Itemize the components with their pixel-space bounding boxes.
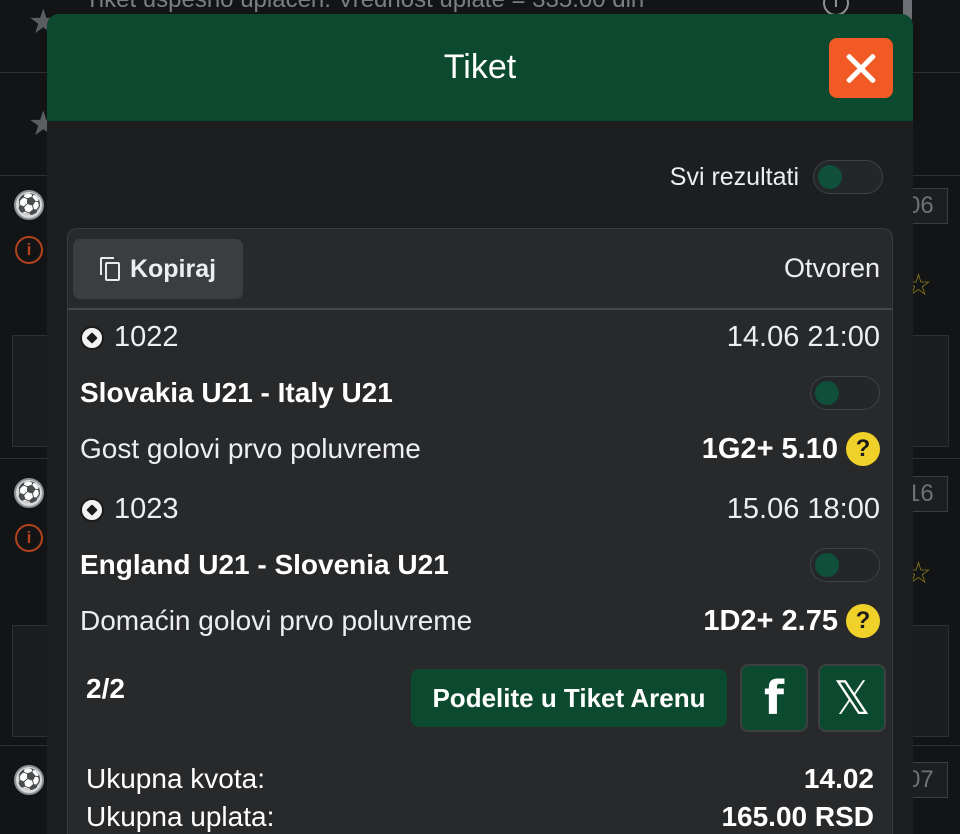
event-id: 1022 <box>114 321 179 353</box>
event-toggle[interactable] <box>810 376 880 410</box>
event-pick-odds: 1D2+ 2.75 <box>703 604 838 637</box>
event-teams: England U21 - Slovenia U21 <box>80 549 449 580</box>
event-id: 1023 <box>114 493 179 525</box>
modal-header: Tiket <box>47 14 913 121</box>
football-icon: ⚽ <box>14 190 44 220</box>
total-odds-value: 14.02 <box>803 763 874 794</box>
ticket-status: Otvoren <box>783 253 880 283</box>
ticket-event: 1023 15.06 18:00 England U21 - Slovenia … <box>80 493 880 638</box>
ticket-card: Kopiraj Otvoren 1022 14.06 21:00 Slovaki… <box>67 228 893 834</box>
help-icon[interactable]: ? <box>846 432 880 466</box>
football-icon: ⚽ <box>14 478 44 508</box>
odds-box[interactable] <box>907 625 949 737</box>
show-all-results-label: Svi rezultati <box>669 162 799 191</box>
event-market: Gost golovi prvo poluvreme <box>80 433 421 464</box>
event-pick-odds: 1G2+ 5.10 <box>701 432 838 465</box>
copy-button[interactable]: Kopiraj <box>73 239 243 299</box>
event-datetime: 14.06 21:00 <box>726 321 880 353</box>
toggle-knob <box>815 381 839 405</box>
modal-title: Tiket <box>443 48 517 86</box>
toggle-knob <box>815 553 839 577</box>
facebook-share-button[interactable]: f <box>740 664 808 732</box>
facebook-icon: f <box>763 671 784 725</box>
x-icon: 𝕏 <box>833 671 871 725</box>
divider <box>68 308 892 310</box>
page-indicator: 2/2 <box>86 673 125 704</box>
warning-icon[interactable]: i <box>15 524 43 552</box>
copy-icon <box>99 257 120 281</box>
event-toggle[interactable] <box>810 548 880 582</box>
close-button[interactable] <box>829 38 893 98</box>
total-odds-label: Ukupna kvota: <box>86 763 265 794</box>
ticket-totals: Ukupna kvota: 14.02 Ukupna uplata: 165.0… <box>86 763 874 833</box>
ticket-event: 1022 14.06 21:00 Slovakia U21 - Italy U2… <box>80 321 880 466</box>
success-toast: Tiket uspešno uplaćen. Vrednost uplate =… <box>85 0 644 14</box>
football-icon <box>80 497 104 522</box>
odds-box[interactable] <box>907 335 949 447</box>
share-tiket-arena-button[interactable]: Podelite u Tiket Arenu <box>411 669 727 727</box>
total-odds-row: Ukupna kvota: 14.02 <box>86 763 874 795</box>
ticket-modal: Tiket Svi rezultati Kopiraj Otvoren 1022… <box>47 14 913 834</box>
football-icon <box>80 325 104 350</box>
event-datetime: 15.06 18:00 <box>726 493 880 525</box>
toggle-knob <box>818 165 842 189</box>
show-all-results-toggle[interactable] <box>813 160 883 194</box>
warning-icon[interactable]: i <box>15 236 43 264</box>
x-share-button[interactable]: 𝕏 <box>818 664 886 732</box>
show-all-results-row: Svi rezultati <box>670 160 883 194</box>
football-icon: ⚽ <box>14 765 44 795</box>
help-icon[interactable]: ? <box>846 604 880 638</box>
event-teams: Slovakia U21 - Italy U21 <box>80 377 393 408</box>
event-market: Domaćin golovi prvo poluvreme <box>80 605 473 636</box>
copy-label: Kopiraj <box>129 254 217 283</box>
